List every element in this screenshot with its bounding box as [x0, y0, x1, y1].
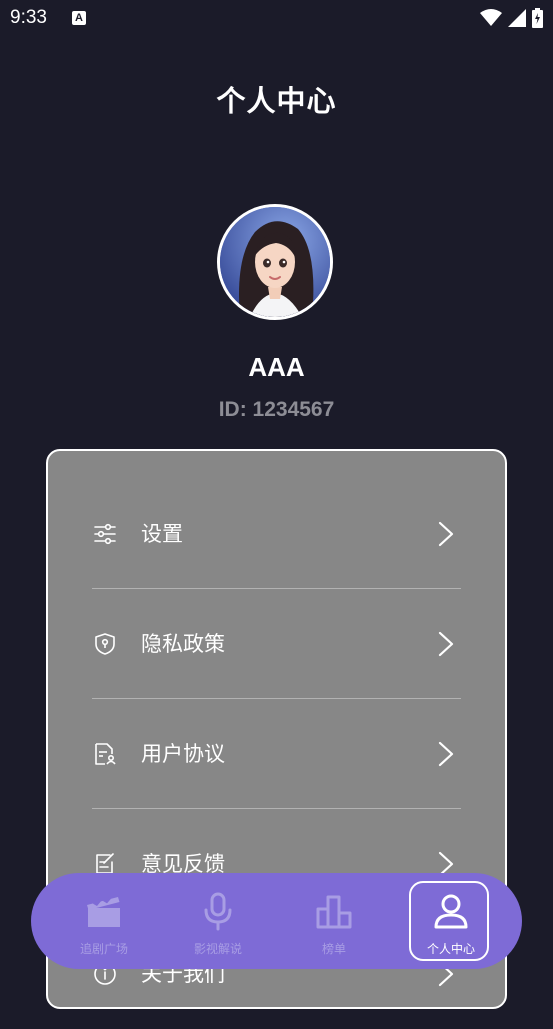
- tab-video-commentary[interactable]: 影视解说: [178, 881, 258, 961]
- shield-lock-icon: [95, 633, 115, 655]
- page-title: 个人中心: [216, 84, 337, 118]
- menu-item-user-agreement[interactable]: 用户协议: [48, 699, 505, 809]
- clapperboard-icon: [87, 896, 120, 927]
- username: AAA: [248, 352, 305, 382]
- user-icon: [434, 894, 468, 929]
- bottom-tab-bar: 追剧广场 影视解说 榜单 个人中心: [31, 873, 522, 969]
- menu-label-user-agreement: 用户协议: [141, 742, 225, 766]
- battery-icon: [532, 8, 543, 28]
- menu-label-settings: 设置: [141, 522, 183, 546]
- sliders-icon: [94, 523, 116, 545]
- user-id: ID: 1234567: [218, 398, 335, 421]
- document-user-icon: [95, 743, 116, 765]
- menu-item-privacy-policy[interactable]: 隐私政策: [48, 589, 505, 699]
- notification-a-icon: A: [72, 11, 86, 25]
- chevron-right-icon: [438, 631, 454, 657]
- avatar-illustration: [220, 207, 330, 317]
- tab-label: 个人中心: [426, 942, 475, 956]
- tab-label: 影视解说: [193, 942, 242, 956]
- chevron-right-icon: [438, 741, 454, 767]
- bar-chart-icon: [316, 895, 352, 929]
- chevron-right-icon: [438, 521, 454, 547]
- avatar[interactable]: [217, 204, 333, 320]
- status-icons: [480, 8, 543, 28]
- tab-label: 榜单: [321, 942, 346, 956]
- wifi-icon: [480, 9, 502, 26]
- tab-label: 追剧广场: [79, 942, 128, 956]
- menu-label-privacy-policy: 隐私政策: [141, 632, 225, 656]
- microphone-icon: [204, 892, 232, 931]
- tab-ranking[interactable]: 榜单: [294, 881, 374, 961]
- tab-drama-square[interactable]: 追剧广场: [64, 881, 144, 961]
- cellular-signal-icon: [508, 9, 526, 27]
- menu-item-settings[interactable]: 设置: [48, 479, 505, 589]
- status-time: 9:33: [10, 7, 47, 28]
- status-bar: 9:33 A: [0, 0, 553, 38]
- tab-personal-center[interactable]: 个人中心: [409, 881, 489, 961]
